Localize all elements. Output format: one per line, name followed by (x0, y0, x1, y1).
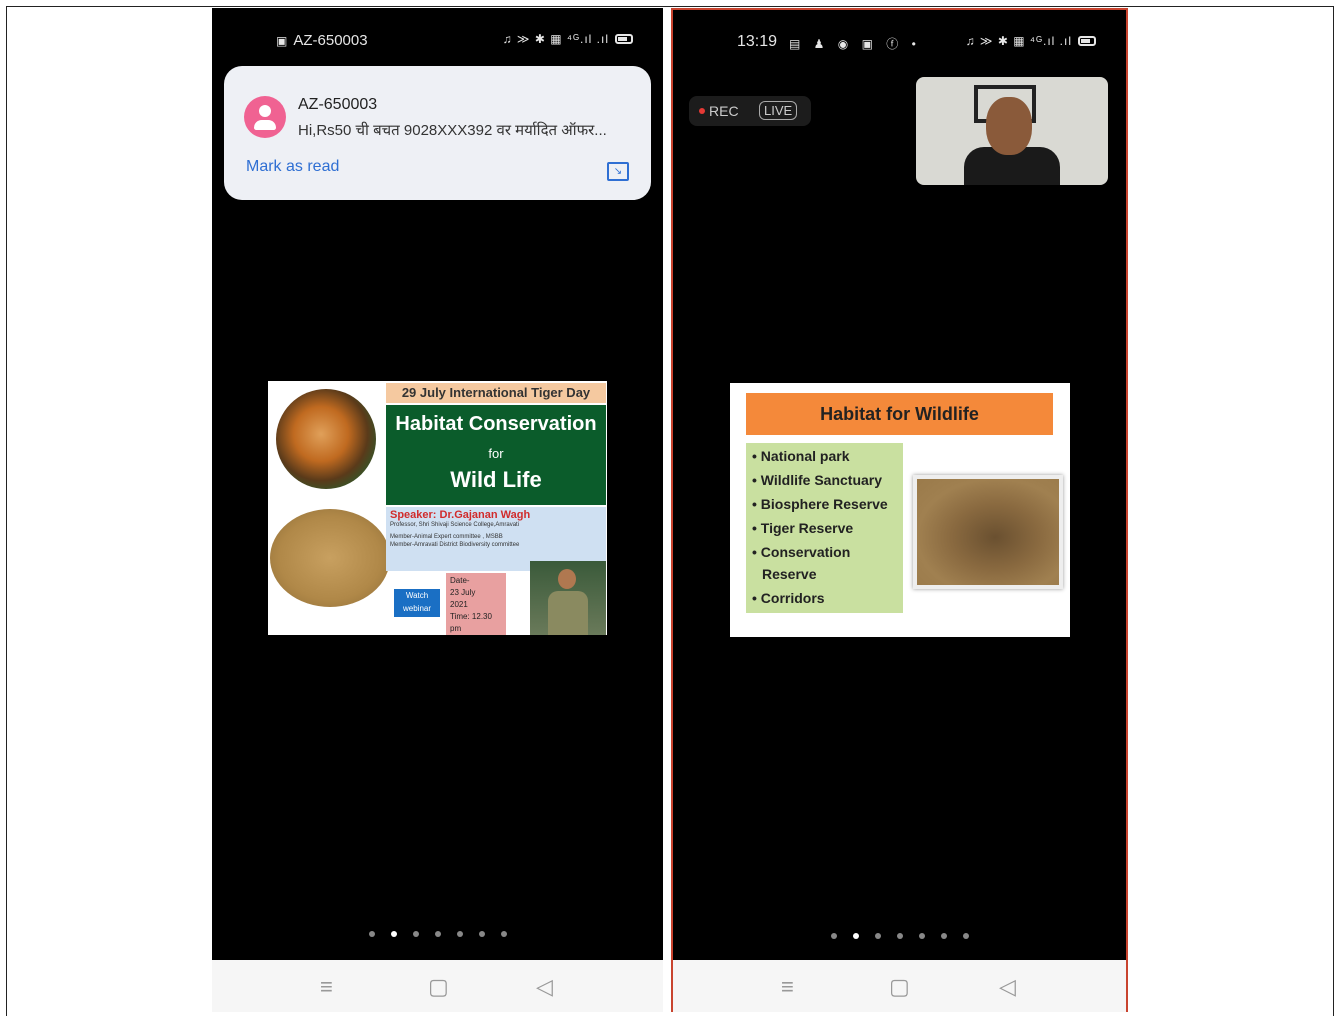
phone-screen-left: ▣ AZ-650003 ♫ ≫ ✱ ▦ ⁴ᴳ.ıl .ıl AZ-650003 … (212, 8, 663, 1012)
menu-icon[interactable]: ≡ (781, 974, 794, 1000)
carrier-label: ▣ AZ-650003 (276, 32, 368, 49)
home-icon[interactable]: ▢ (428, 974, 449, 1000)
speaker-video-thumbnail[interactable] (916, 77, 1108, 185)
list-item: Wildlife Sanctuary (746, 469, 903, 491)
sim-icon: ▣ (276, 33, 288, 48)
status-bar: ▣ AZ-650003 ♫ ≫ ✱ ▦ ⁴ᴳ.ıl .ıl (212, 30, 663, 52)
page-dot (918, 933, 925, 939)
rec-dot-icon (699, 108, 705, 114)
pugmark-photo (913, 475, 1063, 589)
notification-sender: AZ-650003 (298, 96, 378, 113)
list-item: Biosphere Reserve (746, 493, 903, 515)
expand-icon[interactable]: ↘ (607, 162, 629, 181)
slide-title-block: Habitat Conservation for Wild Life (386, 405, 606, 505)
back-icon[interactable]: ◁ (536, 974, 553, 1000)
status-icons: ♫ ≫ ✱ ▦ ⁴ᴳ.ıl .ıl (966, 34, 1096, 48)
sms-notification[interactable]: AZ-650003 Hi,Rs50 ची बचत 9028XXX392 वर म… (224, 66, 651, 200)
speaker-photo (530, 561, 606, 635)
clock: 13:19 (737, 33, 778, 50)
page-dot (500, 931, 507, 937)
home-icon[interactable]: ▢ (889, 974, 910, 1000)
status-icons: ♫ ≫ ✱ ▦ ⁴ᴳ.ıl .ıl (503, 32, 633, 46)
page-dot (368, 931, 375, 937)
live-badge: LIVE (759, 101, 798, 120)
habitat-list: National park Wildlife Sanctuary Biosphe… (746, 443, 903, 613)
back-icon[interactable]: ◁ (999, 974, 1016, 1000)
list-item: National park (746, 445, 903, 467)
speaker-member-1: Member-Animal Expert committee , MSBB (390, 534, 503, 540)
speaker-member-2: Member-Amravati District Biodiversity co… (390, 542, 520, 548)
page-indicator (212, 924, 663, 937)
page-dot (434, 931, 441, 937)
page-dot (896, 933, 903, 939)
rec-label: REC (709, 103, 739, 119)
date-box: Date- 23 July 2021 Time: 12.30 pm (446, 573, 506, 635)
presentation-slide: Habitat for Wildlife National park Wildl… (730, 383, 1070, 637)
page-dot (940, 933, 947, 939)
list-item: Corridors (746, 587, 903, 609)
page-dot (962, 933, 969, 939)
page-dot (830, 933, 837, 939)
speaker-name: Speaker: Dr.Gajanan Wagh (390, 509, 531, 521)
slide-banner: 29 July International Tiger Day (386, 383, 606, 403)
page-dot (478, 931, 485, 937)
page-indicator (673, 926, 1126, 939)
page-dot (456, 931, 463, 937)
navigation-bar: ≡ ▢ ◁ (212, 960, 663, 1012)
recording-indicator: REC LIVE (689, 96, 811, 126)
speaker-face (986, 97, 1032, 155)
navigation-bar: ≡ ▢ ◁ (673, 960, 1126, 1012)
pugmark-photo (270, 509, 390, 607)
notification-icons: ▤ ♟ ◉ ▣ ⓕ • (789, 37, 921, 51)
notification-message: Hi,Rs50 ची बचत 9028XXX392 वर मर्यादित ऑफ… (298, 122, 607, 139)
menu-icon[interactable]: ≡ (320, 974, 333, 1000)
screenshot-frame (6, 6, 1334, 1016)
presentation-slide: 29 July International Tiger Day Habitat … (268, 381, 607, 635)
phone-screen-right: 13:19 ▤ ♟ ◉ ▣ ⓕ • ♫ ≫ ✱ ▦ ⁴ᴳ.ıl .ıl REC … (671, 8, 1128, 1012)
speaker-affiliation: Professor, Shri Shivaji Science College,… (390, 522, 520, 528)
list-item: Tiger Reserve (746, 517, 903, 539)
status-bar: 13:19 ▤ ♟ ◉ ▣ ⓕ • ♫ ≫ ✱ ▦ ⁴ᴳ.ıl .ıl (673, 32, 1126, 54)
battery-icon (1078, 36, 1096, 46)
battery-icon (615, 34, 633, 44)
page-dot (874, 933, 881, 939)
mark-as-read-button[interactable]: Mark as read (246, 158, 339, 176)
list-item: Conservation Reserve (746, 541, 903, 585)
tiger-photo (276, 389, 376, 489)
page-dot-active (852, 933, 859, 939)
slide-subtitle: Wild Life (450, 467, 542, 492)
slide-for: for (488, 446, 504, 461)
watch-webinar-label: Watch webinar (394, 589, 440, 617)
slide-title: Habitat Conservation (395, 413, 597, 435)
slide-title: Habitat for Wildlife (746, 393, 1053, 435)
page-dot (412, 931, 419, 937)
page-dot-active (390, 931, 397, 937)
contact-avatar-icon (244, 96, 286, 138)
